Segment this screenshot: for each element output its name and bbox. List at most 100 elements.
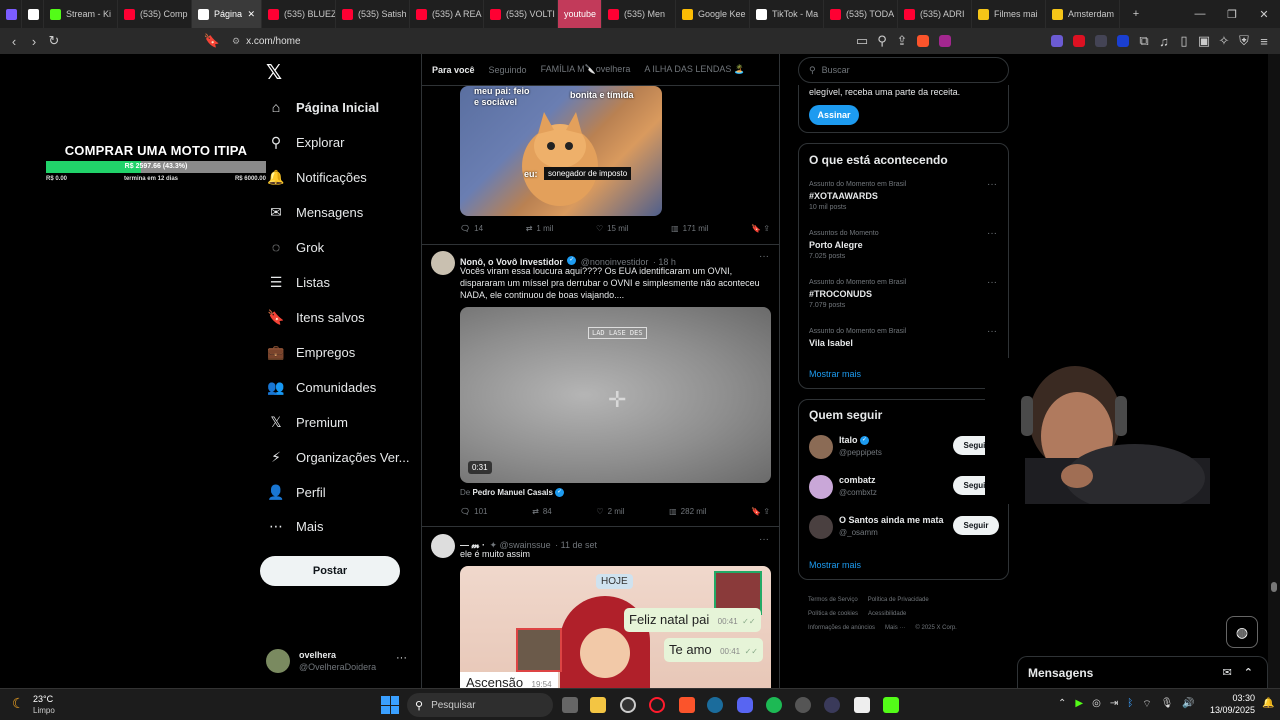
show-more-trends-link[interactable]: Mostrar mais	[809, 369, 861, 379]
wifi-icon[interactable]: ⌔	[1142, 698, 1151, 711]
scrollbar-thumb[interactable]	[1271, 582, 1277, 592]
tray-icon[interactable]: ◎	[1092, 698, 1101, 711]
notepad-icon[interactable]	[854, 697, 870, 713]
cast-icon[interactable]: ▭	[852, 33, 872, 49]
spotify-icon[interactable]	[766, 697, 782, 713]
trend-item[interactable]: Assunto do Momento em Brasil #XOTAAWARDS 1…	[809, 179, 1001, 211]
forward-icon[interactable]: ›	[24, 34, 44, 49]
wallet-icon[interactable]: ▣	[1194, 33, 1214, 49]
browser-tab[interactable]: (535) TODA	[824, 0, 898, 28]
sidebar-item-organizações-ver[interactable]: ⚡ Organizações Ver...	[268, 447, 409, 467]
footer-link[interactable]: Mais ···	[885, 625, 905, 631]
bluetooth-icon[interactable]: ᛒ	[1127, 698, 1133, 711]
reply-button[interactable]: 🗨 101	[460, 507, 488, 516]
sidebar-item-premium[interactable]: 𝕏 Premium	[268, 412, 348, 432]
sidebar-item-empregos[interactable]: 💼 Empregos	[267, 342, 355, 362]
close-tab-icon[interactable]: ✕	[247, 9, 255, 20]
new-tab-button[interactable]: +	[1120, 8, 1152, 20]
brave-icon[interactable]	[679, 697, 695, 713]
browser-tab[interactable]: TikTok - Ma	[750, 0, 824, 28]
grok-button[interactable]: ◍	[1226, 616, 1258, 648]
footer-link[interactable]: Termos de Serviço	[808, 597, 858, 603]
sidebar-item-explorar[interactable]: ⚲ Explorar	[268, 132, 345, 152]
brave-shield-icon[interactable]	[917, 35, 929, 47]
speaker-icon[interactable]: 🔊	[1182, 698, 1194, 711]
x-logo-icon[interactable]: 𝕏	[266, 60, 282, 85]
task-view-icon[interactable]	[562, 697, 578, 713]
sidebar-item-página-inicial[interactable]: ⌂ Página Inicial	[268, 97, 379, 117]
sidebar-item-notificações[interactable]: 🔔 Notificações	[267, 167, 367, 187]
browser-tab[interactable]: (535) Satish	[336, 0, 410, 28]
timeline-tab[interactable]: Seguindo	[489, 65, 527, 75]
follow-button[interactable]: Seguir	[953, 516, 999, 535]
footer-link[interactable]: © 2025 X Corp.	[915, 625, 956, 631]
browser-tab[interactable]: Stream - Ki	[44, 0, 118, 28]
browser-tab[interactable]: (535) Comp	[118, 0, 192, 28]
steam-icon[interactable]	[707, 697, 723, 713]
browser-tab[interactable]	[22, 0, 44, 28]
trend-item[interactable]: Assunto do Momento em Brasil Vila Isabel ·…	[809, 326, 1001, 348]
more-icon[interactable]: ···	[987, 179, 997, 190]
more-icon[interactable]: ···	[987, 228, 997, 239]
browser-tab[interactable]: (535) A REA	[410, 0, 484, 28]
start-button[interactable]	[381, 696, 399, 714]
avatar[interactable]	[431, 534, 455, 558]
avatar[interactable]	[809, 475, 833, 499]
tray-icon[interactable]: ⇥	[1110, 698, 1118, 711]
more-icon[interactable]: ···	[987, 326, 997, 337]
extension-icon[interactable]	[1095, 35, 1107, 47]
who-to-follow-item[interactable]: O Santos ainda me mata @_osamm Seguir	[809, 513, 999, 543]
clock[interactable]: 03:30 13/09/2025	[1199, 692, 1255, 716]
weather-widget[interactable]: ☾ 23°C Limpo	[12, 692, 82, 718]
more-icon[interactable]: ···	[396, 652, 407, 664]
extension-icon[interactable]	[1051, 35, 1063, 47]
tweet-image[interactable]: HOJE Feliz natal pai 00:41 ✓✓ Te amo 00:…	[460, 566, 771, 688]
discord-icon[interactable]	[737, 697, 753, 713]
opera-icon[interactable]	[649, 697, 665, 713]
mic-icon[interactable]: 🎙	[1161, 698, 1174, 711]
obs-icon[interactable]	[620, 697, 636, 713]
maximize-icon[interactable]: ❐	[1216, 8, 1248, 21]
back-icon[interactable]: ‹	[4, 34, 24, 49]
browser-tab[interactable]	[0, 0, 22, 28]
kick-icon[interactable]	[883, 697, 899, 713]
video-source-name[interactable]: Pedro Manuel Casals	[472, 488, 552, 497]
url-field[interactable]: x.com/home	[246, 36, 300, 47]
file-explorer-icon[interactable]	[590, 697, 606, 713]
reload-icon[interactable]: ↻	[44, 33, 64, 49]
views-button[interactable]: ▥ 282 mil	[669, 507, 706, 516]
avatar[interactable]	[431, 251, 455, 275]
notification-icon[interactable]: 🔔	[1262, 698, 1274, 709]
puzzle-icon[interactable]: ⧉	[1134, 33, 1154, 49]
media-icon[interactable]: ♫	[1154, 34, 1174, 49]
browser-tab[interactable]: (535) BLUEZ	[262, 0, 336, 28]
sidebar-item-listas[interactable]: ☰ Listas	[268, 272, 330, 292]
sidebar-item-mais[interactable]: ⋯ Mais	[268, 516, 323, 536]
account-switcher[interactable]: ovelhera @OvelheraDoidera ···	[266, 648, 412, 676]
share-icon[interactable]: ⇪	[892, 33, 912, 49]
browser-tab[interactable]: Filmes mai	[972, 0, 1046, 28]
timeline-tab[interactable]: A ILHA DAS LENDAS 🏝️	[644, 64, 745, 75]
footer-link[interactable]: Política de Privacidade	[868, 597, 929, 603]
menu-icon[interactable]: ≡	[1254, 34, 1274, 49]
browser-tab[interactable]: youtube	[558, 0, 602, 28]
views-button[interactable]: ▥ 171 mil	[671, 224, 708, 233]
post-button[interactable]: Postar	[260, 556, 400, 586]
taskbar-search[interactable]: ⚲ Pesquisar	[407, 693, 553, 717]
extension-icon[interactable]	[1073, 35, 1085, 47]
avatar[interactable]	[809, 435, 833, 459]
app-icon[interactable]	[824, 697, 840, 713]
who-to-follow-item[interactable]: Italo ✓ @peppipets Seguir	[809, 433, 999, 463]
who-to-follow-item[interactable]: combatz @combxtz Seguir	[809, 473, 999, 503]
sidebar-item-grok[interactable]: ◌ Grok	[268, 237, 324, 257]
bookmark-button[interactable]: 🔖 ⇪	[751, 507, 770, 516]
zoom-icon[interactable]: ⚲	[872, 33, 892, 49]
like-button[interactable]: ♡ 15 mil	[596, 224, 629, 233]
trend-item[interactable]: Assunto do Momento em Brasil #TROCONUDS 7.…	[809, 277, 1001, 309]
page-scrollbar[interactable]	[1268, 54, 1280, 688]
tweet-video[interactable]: LAD LASE DES ✛ 0:31	[460, 307, 771, 483]
sidebar-item-perfil[interactable]: 👤 Perfil	[267, 482, 325, 502]
sidebar-item-comunidades[interactable]: 👥 Comunidades	[267, 377, 376, 397]
browser-tab[interactable]: (535) VOLTI	[484, 0, 558, 28]
timeline-tab[interactable]: FAMÍLIA M🔪ovelhera	[541, 64, 631, 75]
